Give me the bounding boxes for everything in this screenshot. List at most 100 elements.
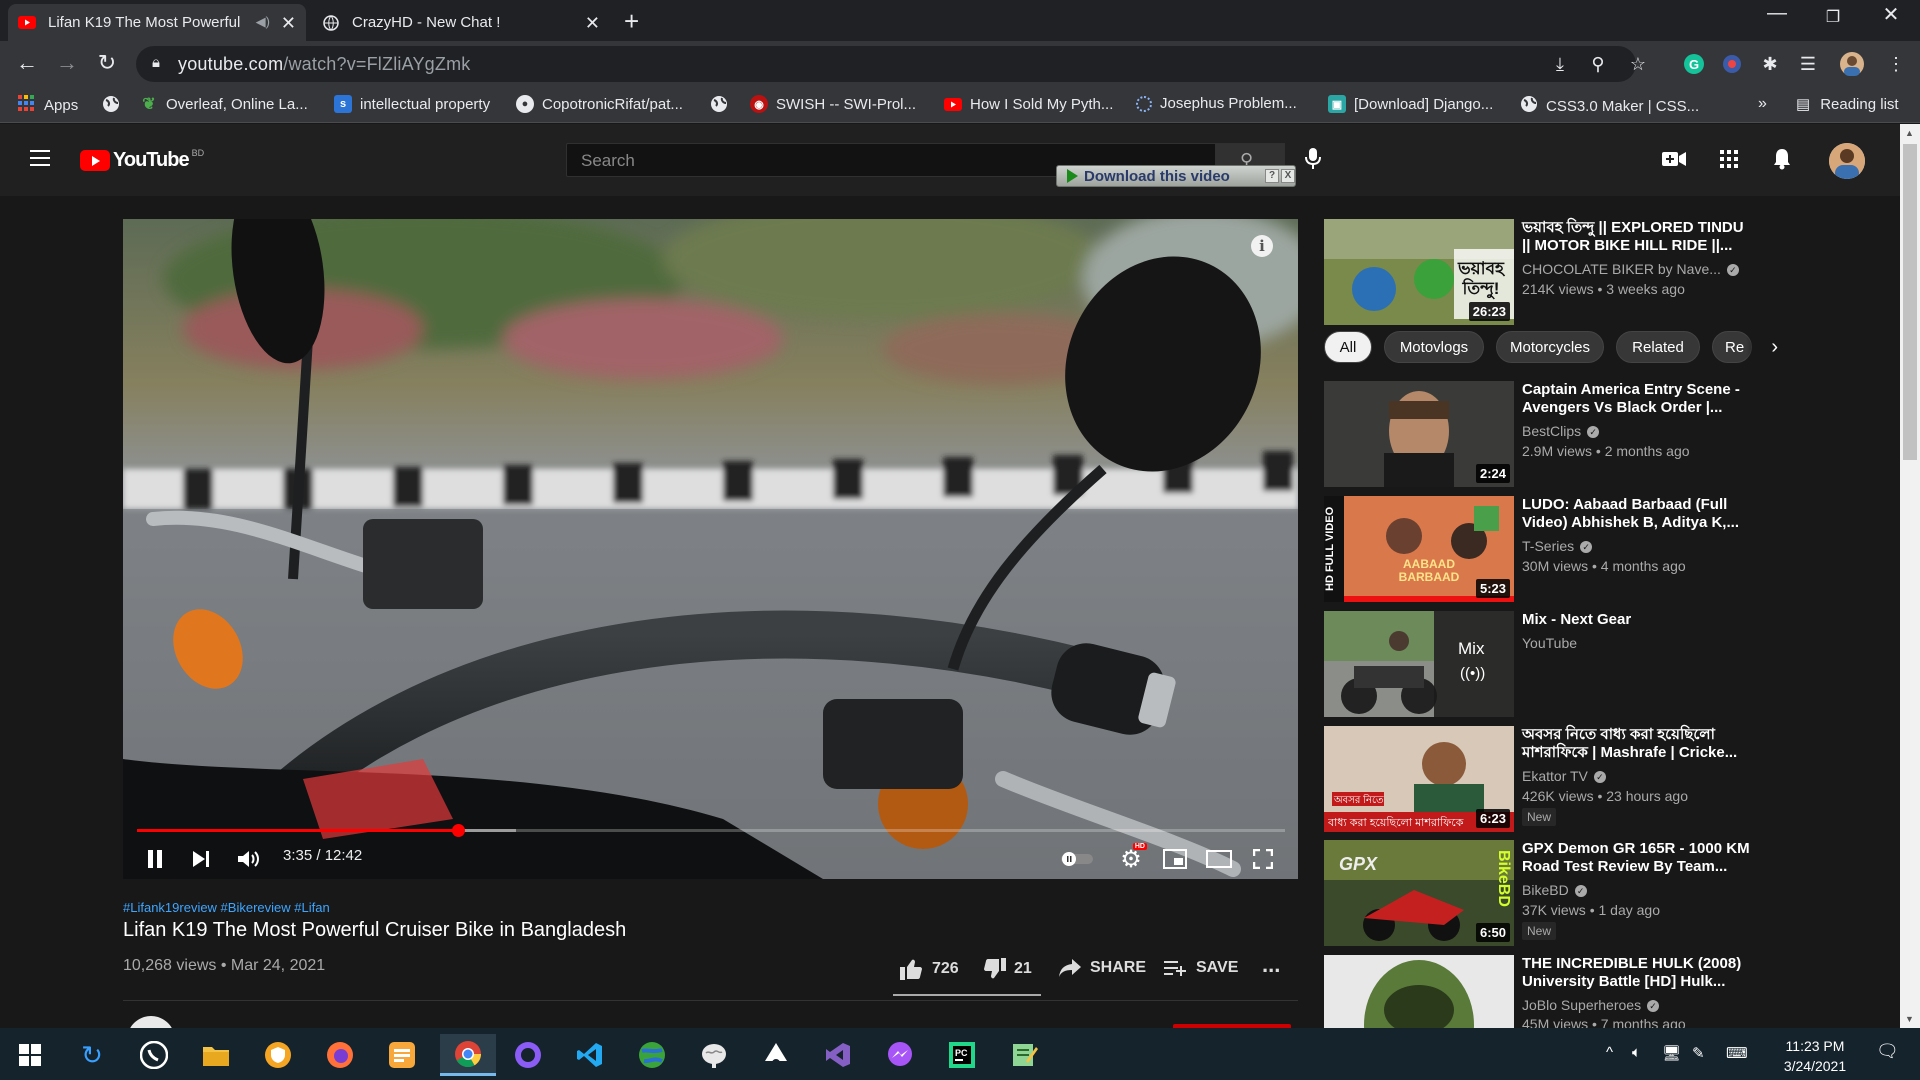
download-help-button[interactable]: ? — [1265, 169, 1279, 183]
like-button[interactable]: 726 — [900, 958, 959, 980]
taskbar-app-inkscape[interactable] — [752, 1034, 800, 1076]
autoplay-toggle[interactable] — [1059, 841, 1095, 877]
account-avatar[interactable] — [1829, 143, 1865, 179]
recommendation-title[interactable]: অবসর নিতে বাধ্য করা হয়েছিলো মাশরাফিকে | … — [1522, 726, 1758, 762]
youtube-logo[interactable]: YouTube BD — [80, 148, 204, 172]
maximize-button[interactable]: ❐ — [1808, 7, 1858, 27]
bookmark-josephus[interactable]: Josephus Problem... — [1136, 95, 1297, 112]
recommendation-channel[interactable]: Ekattor TV ✓ — [1522, 768, 1606, 784]
save-button[interactable]: SAVE — [1164, 958, 1238, 978]
reading-list-button[interactable]: ▤ Reading list — [1796, 95, 1899, 114]
bookmark-intellectual-property[interactable]: s intellectual property — [334, 95, 490, 113]
close-tab-icon[interactable]: ✕ — [281, 13, 296, 34]
tray-overflow-icon[interactable]: ^ — [1606, 1044, 1613, 1061]
voice-search-icon[interactable] — [1305, 148, 1321, 175]
taskbar-app-refresh[interactable]: ↻ — [68, 1034, 116, 1076]
next-button[interactable] — [185, 841, 217, 877]
recommendation-title[interactable]: LUDO: Aabaad Barbaad (Full Video) Abhishe… — [1522, 496, 1758, 532]
recommendation-title[interactable]: THE INCREDIBLE HULK (2008) University Bat… — [1522, 955, 1758, 991]
pause-button[interactable] — [139, 841, 171, 877]
chip-motovlogs[interactable]: Motovlogs — [1384, 331, 1484, 363]
recommendation-channel[interactable]: YouTube — [1522, 635, 1577, 651]
tab-audio-icon[interactable]: ◀) — [256, 14, 270, 30]
progress-bar[interactable] — [137, 824, 1285, 837]
recommendation-title[interactable]: Captain America Entry Scene - Avengers Vs… — [1522, 381, 1758, 417]
page-scrollbar[interactable]: ▲ ▼ — [1900, 124, 1920, 1028]
speaker-icon[interactable]: 🔈︎ — [1632, 1044, 1641, 1061]
download-close-button[interactable]: X — [1281, 169, 1295, 183]
taskbar-app-vscode[interactable] — [566, 1034, 614, 1076]
taskbar-app-vpn[interactable] — [254, 1034, 302, 1076]
miniplayer-button[interactable] — [1157, 841, 1193, 877]
forward-button[interactable]: → — [52, 50, 82, 76]
more-actions-button[interactable]: ... — [1262, 952, 1280, 978]
recommendation-thumbnail[interactable]: HD FULL VIDEO AABAAD BARBAAD 5:23 — [1324, 496, 1514, 602]
bookmark-css3-maker[interactable]: CSS3.0 Maker | CSS... — [1520, 95, 1699, 117]
close-tab-icon[interactable]: ✕ — [585, 13, 600, 34]
recommendation-thumbnail[interactable]: GPX BikeBD 6:50 — [1324, 840, 1514, 946]
info-icon[interactable]: i — [1251, 235, 1273, 257]
browser-menu-icon[interactable]: ⋮ — [1884, 52, 1908, 76]
recommendation-channel[interactable]: BestClips ✓ — [1522, 423, 1600, 439]
taskbar-app-notepad[interactable] — [1000, 1034, 1048, 1076]
recommendation-channel[interactable]: T-Series ✓ — [1522, 538, 1593, 554]
bookmark-globe[interactable] — [102, 95, 120, 117]
taskbar-app-globe[interactable] — [628, 1034, 676, 1076]
recommendation-channel[interactable]: CHOCOLATE BIKER by Nave... ✓ — [1522, 261, 1739, 277]
scroll-thumb[interactable] — [1903, 144, 1917, 460]
chip-related[interactable]: Related — [1616, 331, 1700, 363]
notifications-bell-icon[interactable] — [1773, 148, 1791, 175]
taskbar-app-firefox[interactable] — [316, 1034, 364, 1076]
bookmark-star-icon[interactable]: ☆ — [1626, 52, 1650, 76]
recommendation-title[interactable]: GPX Demon GR 165R - 1000 KM Road Test Rev… — [1522, 840, 1758, 876]
taskbar-app-visual-studio[interactable] — [814, 1034, 862, 1076]
chip-motorcycles[interactable]: Motorcycles — [1496, 331, 1604, 363]
taskbar-app-sublime[interactable] — [378, 1034, 426, 1076]
recommendation-title[interactable]: Mix - Next Gear — [1522, 611, 1758, 629]
system-clock[interactable]: 11:23 PM 3/24/2021 — [1770, 1036, 1860, 1076]
taskbar-app-chrome[interactable] — [440, 1034, 496, 1076]
recommendation-title[interactable]: ভয়াবহ তিন্দু || EXPLORED TINDU || MOTOR … — [1522, 219, 1758, 255]
bookmark-github[interactable]: ● CopotronicRifat/pat... — [516, 95, 683, 113]
close-window-button[interactable]: ✕ — [1866, 2, 1916, 27]
recommendation-thumbnail[interactable] — [1324, 955, 1514, 1028]
keyboard-icon[interactable]: ⌨ — [1726, 1044, 1748, 1062]
new-tab-button[interactable]: + — [624, 6, 639, 37]
taskbar-app-brain[interactable] — [690, 1034, 738, 1076]
chips-next-chevron-icon[interactable]: › — [1746, 331, 1786, 363]
apps-icon[interactable] — [1720, 150, 1738, 173]
address-bar[interactable]: 🔒︎ youtube.com/watch?v=FlZliAYgZmk ⤓ ⚲ ☆ — [136, 46, 1646, 82]
volume-button[interactable] — [231, 841, 267, 877]
recommendation-channel[interactable]: JoBlo Superheroes ✓ — [1522, 997, 1660, 1013]
start-button[interactable] — [6, 1034, 54, 1076]
tab-crazyhd[interactable]: CrazyHD - New Chat ! ✕ — [312, 4, 610, 41]
bookmark-youtube[interactable]: How I Sold My Pyth... — [944, 95, 1113, 113]
bookmark-django[interactable]: ▣ [Download] Django... — [1328, 95, 1493, 113]
notifications-icon[interactable]: 🗨︎ — [1876, 1041, 1899, 1062]
scroll-down-arrow-icon[interactable]: ▼ — [1905, 1014, 1914, 1024]
taskbar-app-pycharm[interactable]: PC — [938, 1034, 986, 1076]
pen-icon[interactable]: ✎ — [1692, 1044, 1705, 1062]
recommendation-thumbnail[interactable]: Mix ((•)) — [1324, 611, 1514, 717]
scroll-up-arrow-icon[interactable]: ▲ — [1905, 128, 1914, 138]
taskbar-app-file-explorer[interactable] — [192, 1034, 240, 1076]
share-button[interactable]: SHARE — [1058, 958, 1146, 978]
create-video-icon[interactable] — [1662, 151, 1686, 172]
taskbar-app-github[interactable] — [504, 1034, 552, 1076]
fullscreen-button[interactable] — [1245, 841, 1281, 877]
reload-button[interactable]: ↻ — [92, 50, 122, 76]
bookmark-swish[interactable]: ◉ SWISH -- SWI-Prol... — [750, 95, 916, 113]
taskbar-app-whatsapp[interactable] — [130, 1034, 178, 1076]
extension-icon[interactable] — [1720, 52, 1744, 76]
lock-icon[interactable]: 🔒︎ — [152, 54, 160, 71]
minimize-button[interactable]: — — [1752, 2, 1802, 25]
tab-youtube[interactable]: Lifan K19 The Most Powerful ◀) ✕ — [8, 4, 306, 41]
recommendation-thumbnail[interactable]: অবসর নিতে বাধ্য করা হয়েছিলো মাশরাফিকে 6… — [1324, 726, 1514, 832]
dislike-button[interactable]: 21 — [982, 958, 1032, 980]
settings-button[interactable]: ⚙ HD — [1113, 841, 1149, 877]
install-app-icon[interactable]: ⤓ — [1548, 52, 1572, 76]
bookmark-apps[interactable]: Apps — [18, 95, 78, 115]
video-hashtags[interactable]: #Lifank19review #Bikereview #Lifan — [123, 900, 330, 915]
grammarly-extension-icon[interactable]: G — [1682, 52, 1706, 76]
zoom-icon[interactable]: ⚲ — [1586, 52, 1610, 76]
